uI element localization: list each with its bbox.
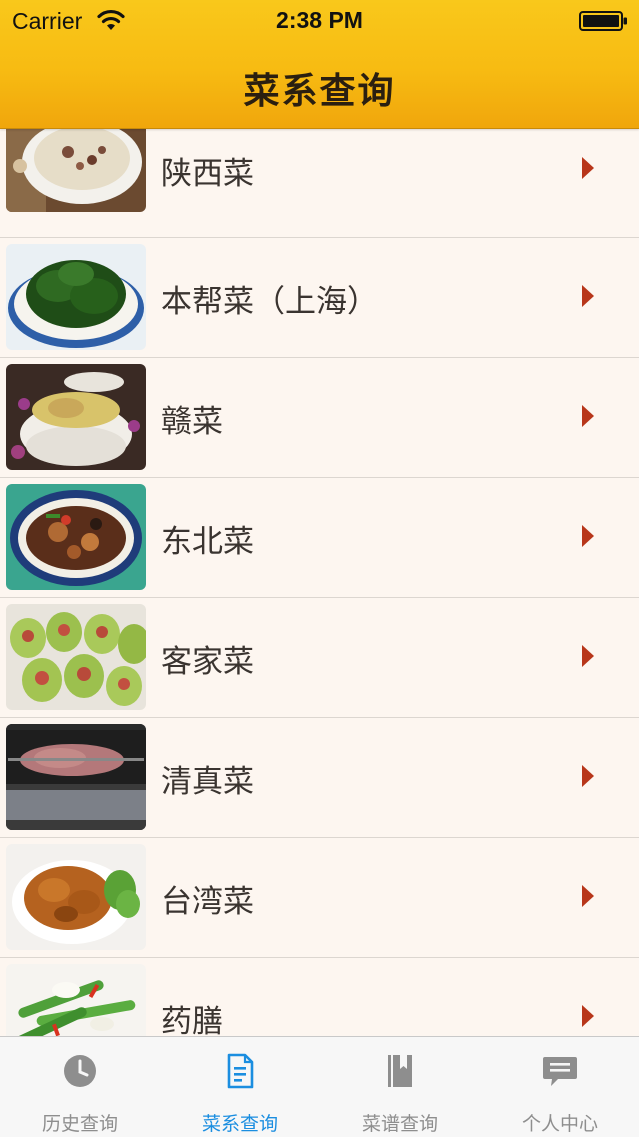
list-item-taiwan[interactable]: 台湾菜 (0, 838, 639, 958)
book-icon (388, 1055, 412, 1087)
dish-thumbnail (6, 724, 146, 830)
dish-thumbnail (6, 604, 146, 710)
battery-icon (579, 11, 627, 31)
chevron-right-icon (582, 645, 594, 667)
tab-history[interactable]: 历史查询 (0, 1037, 160, 1137)
tab-label: 历史查询 (41, 1113, 118, 1135)
clock-icon (64, 1055, 96, 1087)
tab-label: 菜系查询 (201, 1113, 278, 1135)
document-icon (227, 1053, 254, 1089)
chevron-right-icon (582, 157, 594, 179)
dish-thumbnail (6, 484, 146, 590)
chevron-right-icon (582, 885, 594, 907)
dish-thumbnail (6, 118, 146, 212)
cuisine-label: 本帮菜（上海） (161, 284, 378, 320)
status-bar: Carrier 2:38 PM (0, 0, 639, 40)
cuisine-label: 赣菜 (161, 404, 223, 440)
tab-label: 个人中心 (521, 1113, 598, 1135)
cuisine-label: 客家菜 (161, 644, 254, 680)
list-item-dongbei[interactable]: 东北菜 (0, 478, 639, 598)
cuisine-label: 台湾菜 (161, 884, 254, 920)
tab-bar: 历史查询 菜系查询 菜谱查询 个人中心 (0, 1036, 639, 1137)
chevron-right-icon (582, 525, 594, 547)
chevron-right-icon (582, 765, 594, 787)
list-item-yaoshan[interactable]: 药膳 (0, 958, 639, 1036)
tab-profile[interactable]: 个人中心 (480, 1037, 639, 1137)
cuisine-list[interactable]: 陕西菜 本帮菜（上海） 赣菜 东北菜 客家菜 清真菜 台湾菜 药膳 (0, 118, 639, 1036)
chat-bubble-icon (543, 1057, 577, 1086)
tab-recipe-search[interactable]: 菜谱查询 (320, 1037, 480, 1137)
dish-thumbnail (6, 364, 146, 470)
chevron-right-icon (582, 285, 594, 307)
list-item-benbang[interactable]: 本帮菜（上海） (0, 238, 639, 358)
tab-label: 菜谱查询 (361, 1113, 438, 1135)
dish-thumbnail (6, 844, 146, 950)
cuisine-label: 药膳 (161, 1004, 223, 1036)
page-title: 菜系查询 (243, 71, 396, 112)
list-item-shaanxi[interactable]: 陕西菜 (0, 118, 639, 238)
chevron-right-icon (582, 1005, 594, 1027)
navigation-header: Carrier 2:38 PM 菜系查询 (0, 0, 639, 129)
cuisine-label: 东北菜 (161, 524, 254, 560)
dish-thumbnail (6, 244, 146, 350)
tab-cuisine-search[interactable]: 菜系查询 (160, 1037, 320, 1137)
chevron-right-icon (582, 405, 594, 427)
dish-thumbnail (6, 964, 146, 1036)
list-item-gan[interactable]: 赣菜 (0, 358, 639, 478)
list-item-kejia[interactable]: 客家菜 (0, 598, 639, 718)
cuisine-label: 清真菜 (161, 764, 254, 800)
list-item-qingzhen[interactable]: 清真菜 (0, 718, 639, 838)
status-time: 2:38 PM (276, 7, 363, 33)
cuisine-label: 陕西菜 (161, 156, 254, 192)
